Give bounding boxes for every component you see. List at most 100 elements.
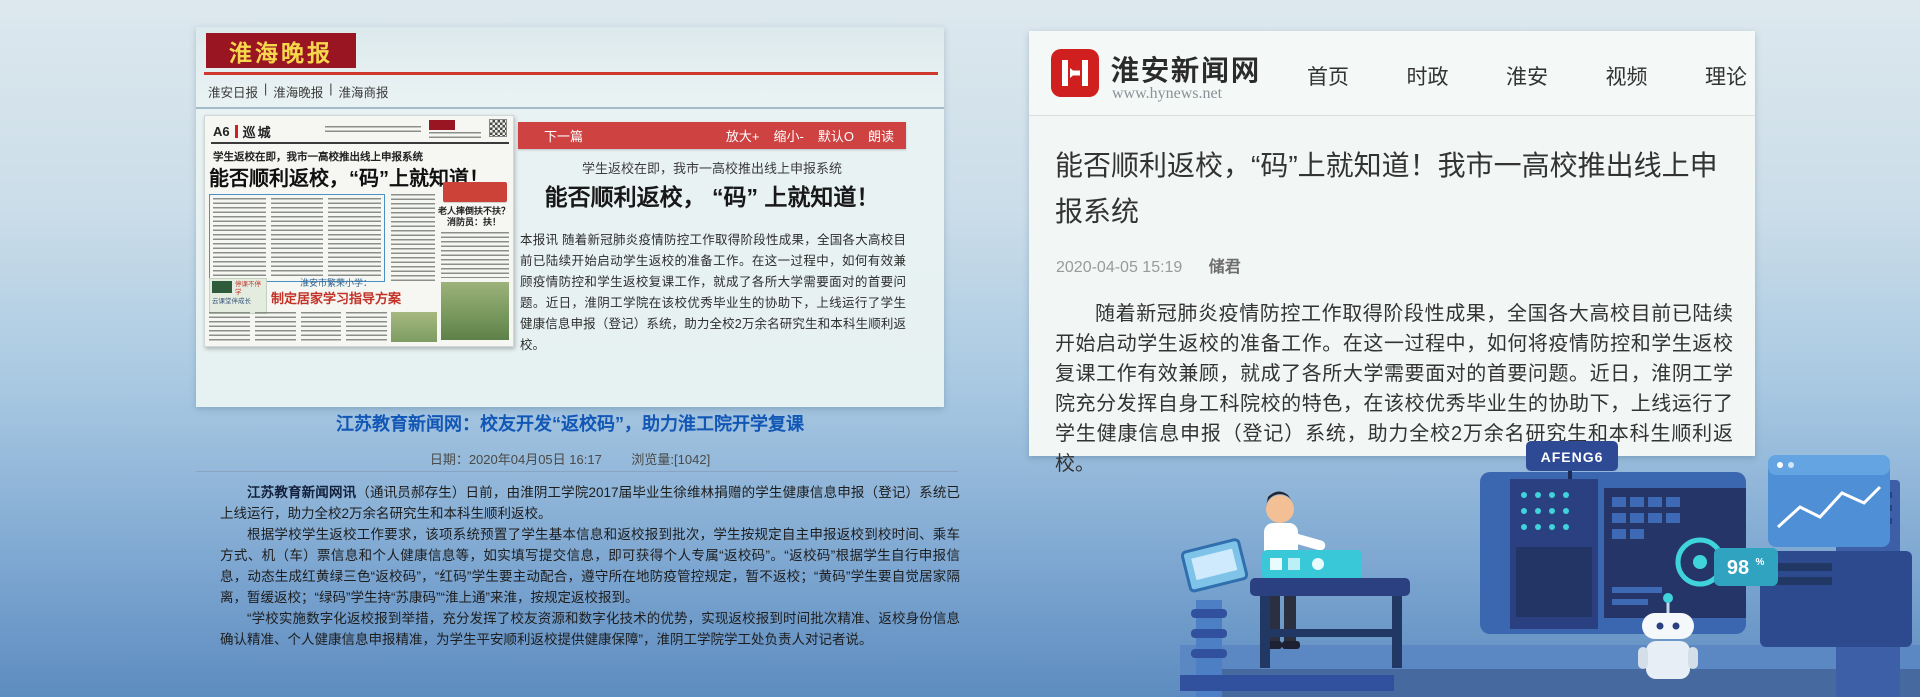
console-icon <box>1312 558 1324 570</box>
percent-unit: % <box>1756 557 1765 568</box>
desk-crossbar <box>1260 629 1402 637</box>
gauge-center <box>1693 555 1707 569</box>
robot-arm <box>1688 647 1698 669</box>
site-url: www.hynews.net <box>1112 85 1222 103</box>
newsprint-column <box>213 198 266 278</box>
robot-eye <box>1673 623 1680 630</box>
masthead-link-huaian-daily[interactable]: 淮安日报 <box>208 82 258 101</box>
desktop-background: { "colors": { "masthead_red": "#9a1522",… <box>0 0 1920 697</box>
newsprint-column <box>209 312 250 342</box>
page-section-bar <box>235 125 238 138</box>
mini-masthead-lines <box>429 132 481 140</box>
newsprint-column <box>441 232 509 278</box>
blackboard-icon <box>212 281 232 293</box>
newsprint-columns <box>209 312 387 342</box>
reader-article-headline: 能否顺利返校， “码” 上就知道！ <box>518 178 906 212</box>
person-shoe <box>1282 641 1300 649</box>
laptop <box>1182 539 1248 592</box>
link-separator: | <box>264 82 267 101</box>
nav-item-theory[interactable]: 理论 <box>1705 61 1747 91</box>
machine-vent <box>1772 577 1832 585</box>
screen-dot <box>1788 462 1794 468</box>
article-lead-in: 江苏教育新闻网讯 <box>247 485 356 500</box>
newsprint-column <box>301 312 342 342</box>
page-header: A6 巡城 <box>213 122 273 141</box>
page-edition-meta <box>325 126 421 132</box>
sub-article-headline: 制定居家学习指导方案 <box>255 288 417 307</box>
article-date: 日期：2020年04月05日 16:17 <box>430 452 602 467</box>
news-meta-row: 2020-04-05 15:19 储君 <box>1056 253 1241 277</box>
side-article-photo <box>441 282 509 340</box>
article-paragraph-2: 根据学校学生返校工作要求，该项系统预置了学生基本信息和返校报到批次，学生按规定自… <box>220 524 960 608</box>
jiangsu-education-news-link[interactable]: 江苏教育新闻网：校友开发“返校码”，助力淮工院开学复课 <box>196 410 944 436</box>
reader-toolbar: 下一篇 放大+ 缩小- 默认O 朗读 <box>518 122 906 149</box>
tech-lab-illustration: AFENG6 98 % <box>1180 437 1920 697</box>
site-nav: 首页 时政 淮安 视频 理论 <box>1307 61 1747 91</box>
reader-article-subtitle: 学生返校在即，我市一高校推出线上申报系统 <box>518 158 906 177</box>
panel-bar <box>1612 599 1648 605</box>
site-header: 淮安新闻网 www.hynews.net 首页 时政 淮安 视频 理论 <box>1029 31 1755 116</box>
read-aloud-control[interactable]: 朗读 <box>868 126 894 145</box>
page-number: A6 <box>213 124 230 139</box>
page-section-name: 巡城 <box>243 122 273 141</box>
newsprint-column <box>328 198 381 278</box>
cabinet-door <box>1516 547 1592 617</box>
qr-code <box>489 119 507 137</box>
text-size-controls: 放大+ 缩小- 默认O 朗读 <box>726 126 894 145</box>
hynews-logo-icon <box>1060 58 1090 88</box>
newspaper-page-a6: A6 巡城 学生返校在即，我市一高校推出线上申报系统 能否顺利返校，“码”上就知… <box>204 115 514 347</box>
console-desk <box>1250 578 1410 596</box>
person-head <box>1266 495 1294 523</box>
robot-eye <box>1657 623 1664 630</box>
machine-vent <box>1772 563 1832 571</box>
newsprint-column <box>255 312 296 342</box>
zoom-out-control[interactable]: 缩小- <box>774 126 804 145</box>
article-views: 浏览量:[1042] <box>631 452 710 467</box>
masthead-link-huaihai-evening[interactable]: 淮海晚报 <box>273 82 323 101</box>
nav-item-politics[interactable]: 时政 <box>1407 61 1449 91</box>
zoom-in-control[interactable]: 放大+ <box>726 126 760 145</box>
link-separator: | <box>329 82 332 101</box>
masthead-link-huaihai-business[interactable]: 淮海商报 <box>339 82 389 101</box>
news-date: 2020-04-05 15:19 <box>1056 259 1182 276</box>
article-meta-row: 日期：2020年04月05日 16:17 浏览量:[1042] <box>196 449 944 468</box>
next-article-link[interactable]: 下一篇 <box>544 126 583 145</box>
console-icon <box>1270 558 1282 570</box>
robot-head <box>1642 613 1694 639</box>
site-name: 淮安新闻网 <box>1111 49 1261 89</box>
robot-body <box>1646 641 1690 679</box>
huaihai-evening-news-masthead: 淮海晚报 <box>206 33 356 68</box>
chart-screen-header <box>1768 455 1890 475</box>
newsprint-column <box>391 194 435 282</box>
side-article-headline: 老人摔倒扶不扶？ 消防员：扶！ <box>437 206 511 228</box>
robot-antenna <box>1663 593 1673 603</box>
nav-item-video[interactable]: 视频 <box>1606 61 1648 91</box>
hynews-site-card: 淮安新闻网 www.hynews.net 首页 时政 淮安 视频 理论 能否顺利… <box>1029 31 1755 456</box>
article-separator-line <box>196 471 958 472</box>
flag-label: AFENG6 <box>1541 449 1604 465</box>
robot-arm <box>1638 647 1648 669</box>
panel-bar <box>1612 587 1662 593</box>
default-size-control[interactable]: 默认O <box>818 126 854 145</box>
hynews-logo[interactable] <box>1051 49 1099 97</box>
newsprint-column <box>346 312 387 342</box>
nav-item-huaian[interactable]: 淮安 <box>1506 61 1548 91</box>
page-header-rule <box>211 142 509 144</box>
article-paragraph-1: 江苏教育新闻网讯（通讯员郝存生）日前，由淮阴工学院2017届毕业生徐维林捐赠的学… <box>220 482 960 524</box>
newsprint-column <box>271 198 324 278</box>
reader-article-body: 本报讯 随着新冠肺炎疫情防控工作取得阶段性成果，全国各大高校目前已陆续开始启动学… <box>520 230 906 356</box>
news-author: 储君 <box>1209 259 1241 276</box>
article-body: 江苏教育新闻网讯（通讯员郝存生）日前，由淮阴工学院2017届毕业生徐维林捐赠的学… <box>220 482 960 650</box>
return-code-graphic <box>443 182 507 202</box>
article-paragraph-3: “学校实施数字化返校报到举措，充分发挥了校友资源和数字化技术的优势，实现返校报到… <box>220 608 960 650</box>
screen-dot <box>1777 462 1783 468</box>
article-blue-box <box>209 194 385 282</box>
percent-value: 98 <box>1727 557 1749 579</box>
sub-article-photo <box>391 312 437 342</box>
news-headline: 能否顺利返校，“码”上就知道！我市一高校推出线上申报系统 <box>1055 143 1735 235</box>
newsprint-columns <box>213 198 381 278</box>
mini-masthead-thumbnail <box>429 120 455 130</box>
nav-item-home[interactable]: 首页 <box>1307 61 1349 91</box>
masthead-title: 淮海晚报 <box>229 34 333 68</box>
masthead-links-row: 淮安日报 | 淮海晚报 | 淮海商报 <box>208 82 389 101</box>
